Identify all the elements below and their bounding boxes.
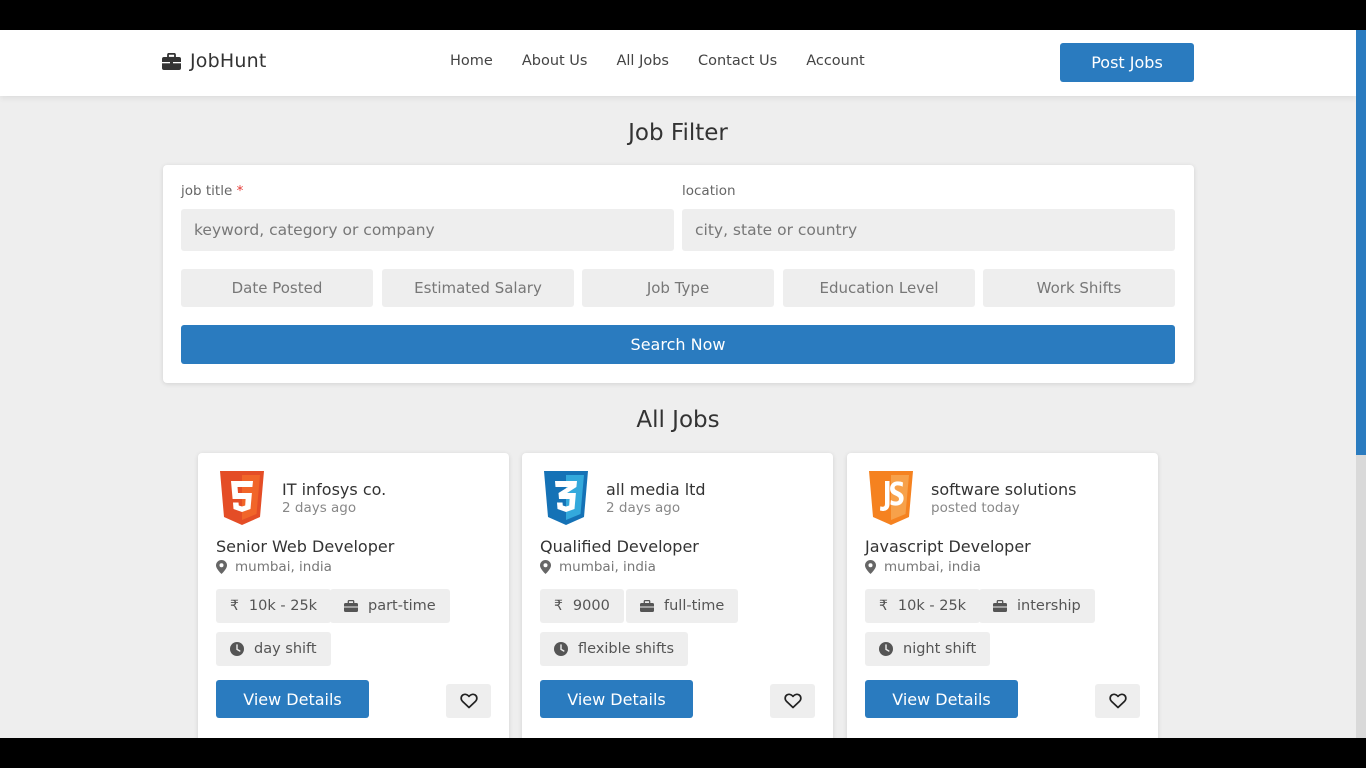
job-location: mumbai, india [540,559,656,575]
shift-text: night shift [903,641,977,657]
brand-logo[interactable]: JobHunt [162,50,267,72]
rupee-icon: ₹ [230,598,239,614]
nav-home[interactable]: Home [450,53,493,69]
nav-contact-us[interactable]: Contact Us [698,53,777,69]
salary-text: 10k - 25k [248,598,318,614]
job-card: all media ltd 2 days ago Qualified Devel… [522,453,833,738]
salary-text: 10k - 25k [897,598,967,614]
map-pin-icon [216,560,227,574]
job-type-text: part-time [368,598,436,614]
clock-icon [554,642,568,656]
search-now-button[interactable]: Search Now [181,325,1175,364]
js-icon [869,471,913,525]
job-card: IT infosys co. 2 days ago Senior Web Dev… [198,453,509,738]
job-location: mumbai, india [216,559,332,575]
job-type-text: intership [1017,598,1081,614]
posted-date: posted today [931,500,1020,516]
heart-icon [783,693,802,709]
page-viewport: JobHunt Home About Us All Jobs Contact U… [0,30,1356,738]
vertical-scrollbar[interactable] [1356,30,1366,738]
favorite-button[interactable] [446,684,491,718]
location-input[interactable] [682,209,1175,251]
clock-icon [230,642,244,656]
job-title-label-text: job title [181,183,233,199]
salary-tag: ₹ 10k - 25k [865,589,981,623]
nav-account[interactable]: Account [806,53,865,69]
briefcase-icon [162,52,181,70]
nav-all-jobs[interactable]: All Jobs [616,53,669,69]
date-posted-filter[interactable]: Date Posted [181,269,373,307]
favorite-button[interactable] [770,684,815,718]
shift-tag: flexible shifts [540,632,689,666]
briefcase-icon [640,600,654,612]
job-title-label: job title * [181,183,243,199]
heart-icon [1108,693,1127,709]
job-type-tag: full-time [626,589,739,623]
location-label: location [682,183,736,199]
heart-icon [459,693,478,709]
clock-icon [879,642,893,656]
shift-text: flexible shifts [578,641,675,657]
job-location-text: mumbai, india [235,559,332,575]
shift-tag: day shift [216,632,331,666]
favorite-button[interactable] [1095,684,1140,718]
job-location-text: mumbai, india [884,559,981,575]
job-filter-panel: job title * location Date Posted Estimat… [163,165,1194,383]
site-header: JobHunt Home About Us All Jobs Contact U… [0,30,1356,96]
required-mark: * [236,183,244,199]
post-jobs-button[interactable]: Post Jobs [1060,43,1194,82]
job-location: mumbai, india [865,559,981,575]
view-details-button[interactable]: View Details [216,680,369,718]
briefcase-icon [993,600,1007,612]
job-title: Senior Web Developer [216,537,395,556]
rupee-icon: ₹ [554,598,563,614]
posted-date: 2 days ago [606,500,681,516]
job-card: software solutions posted today Javascri… [847,453,1158,738]
rupee-icon: ₹ [879,598,888,614]
job-title: Javascript Developer [865,537,1031,556]
education-level-filter[interactable]: Education Level [783,269,975,307]
job-title-input[interactable] [181,209,674,251]
salary-text: 9000 [572,598,610,614]
css3-icon [544,471,588,525]
work-shifts-filter[interactable]: Work Shifts [983,269,1175,307]
posted-date: 2 days ago [282,500,357,516]
company-name: IT infosys co. [282,480,387,499]
scrollbar-thumb[interactable] [1356,30,1366,455]
map-pin-icon [540,560,551,574]
job-type-tag: part-time [330,589,450,623]
briefcase-icon [344,600,358,612]
job-title: Qualified Developer [540,537,699,556]
shift-tag: night shift [865,632,991,666]
job-type-text: full-time [664,598,725,614]
estimated-salary-filter[interactable]: Estimated Salary [382,269,574,307]
job-type-filter[interactable]: Job Type [582,269,774,307]
html5-icon [220,471,264,525]
all-jobs-title: All Jobs [636,407,720,433]
filter-title: Job Filter [628,120,728,146]
job-location-text: mumbai, india [559,559,656,575]
main-nav: Home About Us All Jobs Contact Us Accoun… [450,53,865,69]
map-pin-icon [865,560,876,574]
nav-about-us[interactable]: About Us [522,53,588,69]
company-name: software solutions [931,480,1077,499]
company-name: all media ltd [606,480,706,499]
view-details-button[interactable]: View Details [865,680,1018,718]
shift-text: day shift [254,641,317,657]
brand-name: JobHunt [190,50,267,72]
view-details-button[interactable]: View Details [540,680,693,718]
salary-tag: ₹ 9000 [540,589,624,623]
salary-tag: ₹ 10k - 25k [216,589,332,623]
job-type-tag: intership [979,589,1095,623]
